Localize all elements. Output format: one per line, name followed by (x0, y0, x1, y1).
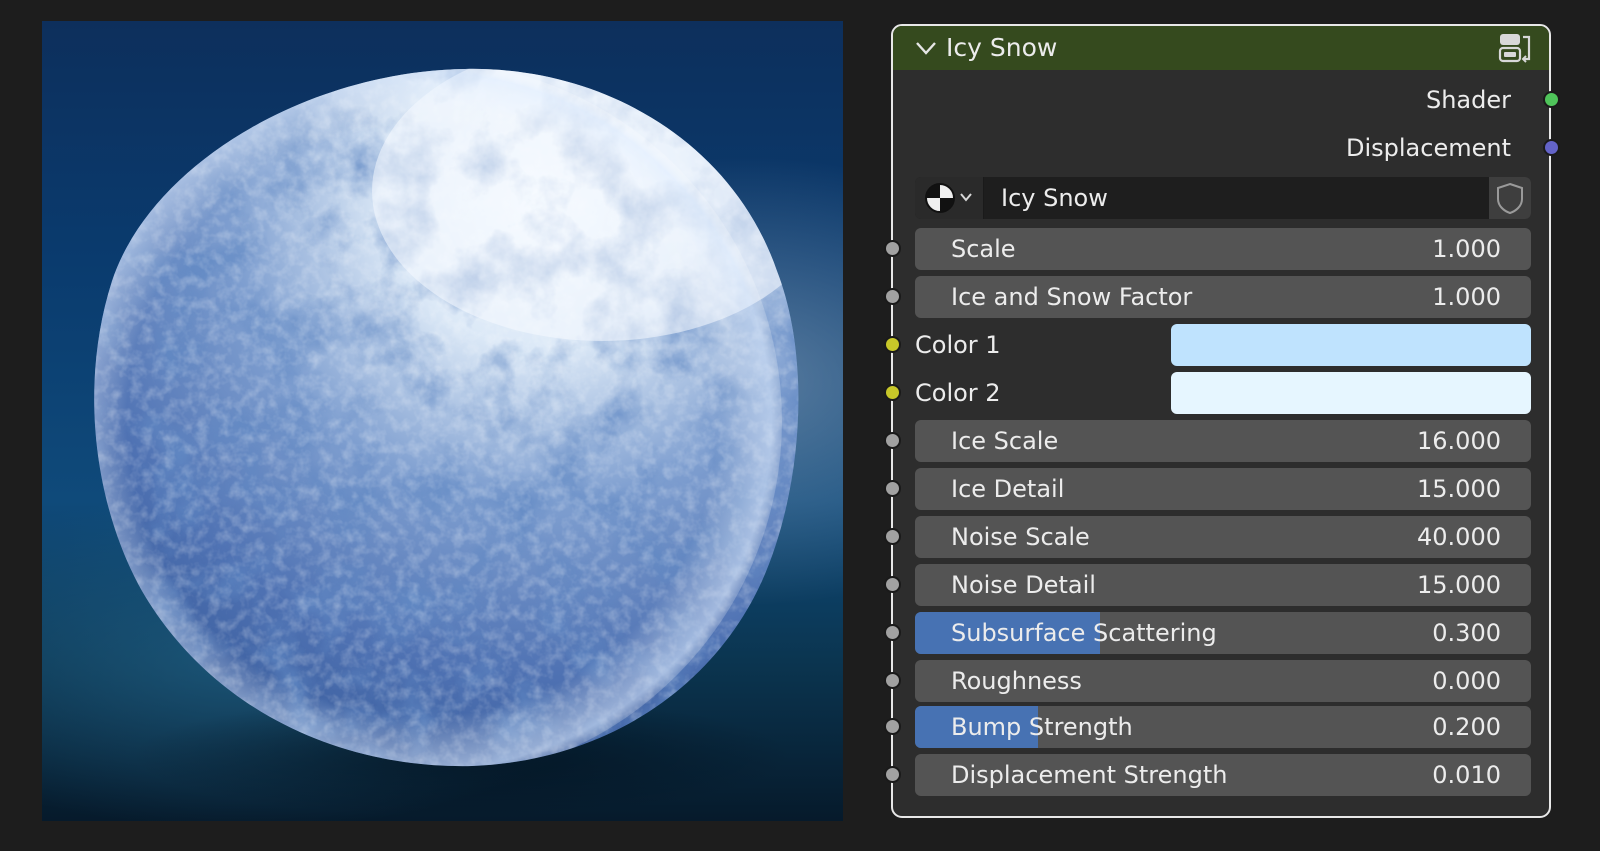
input-displacement-strength: Displacement Strength 0.010 (884, 754, 1549, 796)
color-label: Color 1 (915, 331, 1001, 359)
color-1-swatch[interactable] (1171, 324, 1531, 366)
noise-scale-field[interactable]: Noise Scale 40.000 (915, 516, 1531, 558)
output-displacement: Displacement (893, 128, 1560, 168)
input-socket[interactable] (884, 718, 901, 735)
chevron-down-icon[interactable] (915, 39, 937, 57)
field-value: 0.000 (1432, 667, 1501, 695)
input-bump-strength: Bump Strength 0.200 (884, 706, 1549, 748)
input-ice-snow-factor: Ice and Snow Factor 1.000 (884, 276, 1549, 318)
input-ice-scale: Ice Scale 16.000 (884, 420, 1549, 462)
color-label: Color 2 (915, 379, 1001, 407)
input-roughness: Roughness 0.000 (884, 660, 1549, 702)
input-socket[interactable] (884, 672, 901, 689)
shield-icon (1497, 182, 1523, 215)
material-type-dropdown[interactable] (915, 177, 984, 219)
node-group-icon[interactable] (1497, 31, 1533, 65)
shader-output-socket[interactable] (1543, 91, 1560, 108)
fake-user-button[interactable] (1489, 177, 1531, 219)
material-name[interactable]: Icy Snow (1001, 177, 1108, 219)
displacement-strength-field[interactable]: Displacement Strength 0.010 (915, 754, 1531, 796)
input-ice-detail: Ice Detail 15.000 (884, 468, 1549, 510)
field-value: 16.000 (1417, 427, 1501, 455)
input-socket[interactable] (884, 432, 901, 449)
color-input-socket[interactable] (884, 384, 901, 401)
input-socket[interactable] (884, 528, 901, 545)
field-value: 0.010 (1432, 761, 1501, 789)
input-color-2: Color 2 (884, 372, 1549, 414)
field-value: 40.000 (1417, 523, 1501, 551)
material-sphere-icon (925, 183, 972, 213)
material-datablock-selector[interactable]: Icy Snow (915, 177, 1531, 219)
field-label: Ice Detail (951, 475, 1065, 503)
ice-scale-field[interactable]: Ice Scale 16.000 (915, 420, 1531, 462)
ice-snow-factor-field[interactable]: Ice and Snow Factor 1.000 (915, 276, 1531, 318)
output-label: Shader (1425, 86, 1511, 114)
input-color-1: Color 1 (884, 324, 1549, 366)
input-scale: Scale 1.000 (884, 228, 1549, 270)
ice-detail-field[interactable]: Ice Detail 15.000 (915, 468, 1531, 510)
field-label: Noise Scale (951, 523, 1090, 551)
icy-snow-node[interactable]: Icy Snow Shader Displacement Icy Snow Sc… (884, 24, 1560, 818)
input-socket[interactable] (884, 288, 901, 305)
input-socket[interactable] (884, 480, 901, 497)
field-value: 0.300 (1432, 619, 1501, 647)
field-label: Ice Scale (951, 427, 1059, 455)
output-label: Displacement (1346, 134, 1511, 162)
color-2-swatch[interactable] (1171, 372, 1531, 414)
field-label: Ice and Snow Factor (951, 283, 1193, 311)
bump-strength-slider[interactable]: Bump Strength 0.200 (915, 706, 1531, 748)
input-socket[interactable] (884, 576, 901, 593)
roughness-slider[interactable]: Roughness 0.000 (915, 660, 1531, 702)
field-value: 1.000 (1432, 235, 1501, 263)
field-value: 1.000 (1432, 283, 1501, 311)
displacement-output-socket[interactable] (1543, 139, 1560, 156)
field-value: 15.000 (1417, 475, 1501, 503)
input-socket[interactable] (884, 240, 901, 257)
input-noise-detail: Noise Detail 15.000 (884, 564, 1549, 606)
output-shader: Shader (893, 80, 1560, 120)
snow-sphere-image (94, 68, 799, 816)
scale-field[interactable]: Scale 1.000 (915, 228, 1531, 270)
node-title: Icy Snow (946, 33, 1058, 62)
field-label: Bump Strength (951, 713, 1133, 741)
field-label: Scale (951, 235, 1016, 263)
color-input-socket[interactable] (884, 336, 901, 353)
input-socket[interactable] (884, 766, 901, 783)
subsurface-scattering-slider[interactable]: Subsurface Scattering 0.300 (915, 612, 1531, 654)
input-socket[interactable] (884, 624, 901, 641)
field-label: Noise Detail (951, 571, 1096, 599)
field-label: Roughness (951, 667, 1082, 695)
noise-detail-field[interactable]: Noise Detail 15.000 (915, 564, 1531, 606)
node-header[interactable]: Icy Snow (893, 26, 1549, 70)
field-value: 0.200 (1432, 713, 1501, 741)
input-noise-scale: Noise Scale 40.000 (884, 516, 1549, 558)
field-label: Subsurface Scattering (951, 619, 1217, 647)
field-value: 15.000 (1417, 571, 1501, 599)
input-subsurface-scattering: Subsurface Scattering 0.300 (884, 612, 1549, 654)
material-preview-render (42, 21, 843, 821)
field-label: Displacement Strength (951, 761, 1228, 789)
